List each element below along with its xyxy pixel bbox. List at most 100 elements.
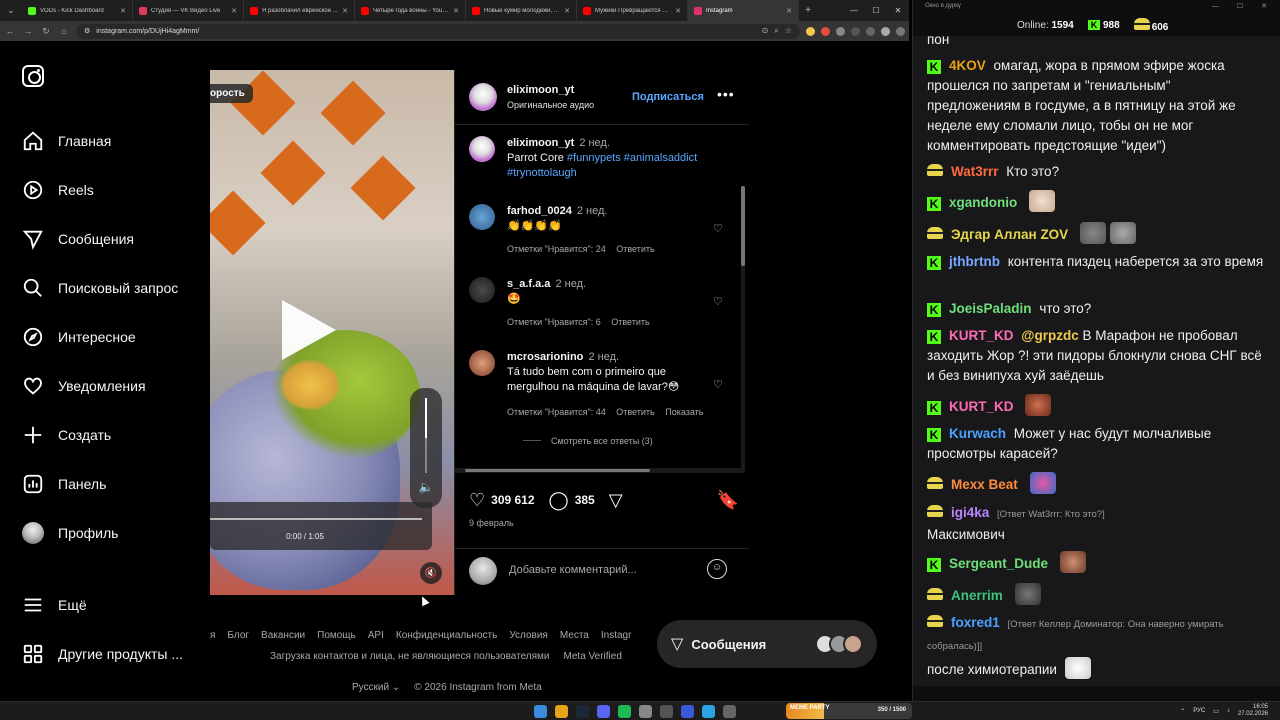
audio-label[interactable]: Оригинальное аудио	[507, 100, 594, 110]
app-icon[interactable]	[681, 705, 694, 718]
site-info-icon[interactable]: ⚙	[84, 27, 90, 35]
volume-tray-icon[interactable]: ♪	[1227, 708, 1230, 714]
clock[interactable]: 16:05 27.02.2026	[1238, 704, 1268, 718]
url-input[interactable]: ⚙ instagram.com/p/DUjHi4agMmm/ ⊙ ⌕ ☆	[76, 23, 800, 39]
comment-likes[interactable]: Отметки "Нравится": 6	[507, 317, 601, 327]
emoji-icon[interactable]: ☺	[707, 559, 727, 579]
nav-profile[interactable]: Профиль	[22, 521, 118, 545]
extension-icon[interactable]	[851, 26, 860, 36]
tab-2[interactable]: Я разоблачил еврейское ... ✕	[244, 0, 355, 21]
nav-search[interactable]: Поисковый запрос	[22, 276, 178, 300]
bookmark-star-icon[interactable]: ☆	[785, 26, 792, 36]
nav-home[interactable]: Главная	[22, 129, 111, 153]
extension-icon[interactable]	[806, 26, 815, 36]
seek-bar[interactable]: 0:00 / 1:05	[210, 502, 432, 550]
windows-start-icon[interactable]	[534, 705, 547, 718]
close-icon[interactable]: ✕	[786, 7, 792, 15]
chat-username[interactable]: KURT_KD	[949, 328, 1014, 343]
close-icon[interactable]: ✕	[453, 7, 459, 15]
instagram-logo-icon[interactable]	[22, 65, 44, 87]
mute-icon[interactable]: 🔇	[420, 562, 442, 584]
mention[interactable]: @grpzdc	[1021, 328, 1078, 343]
footer-link[interactable]: Instagr	[601, 630, 632, 641]
footer-link[interactable]: Загрузка контактов и лица, не являющиеся…	[270, 651, 550, 662]
reply-button[interactable]: Ответить	[611, 317, 649, 327]
app-icon[interactable]	[639, 705, 652, 718]
share-icon[interactable]: ▽	[609, 490, 623, 511]
chat-username[interactable]: Sergeant_Dude	[949, 556, 1048, 571]
footer-link[interactable]: Вакансии	[261, 630, 305, 641]
volume-icon[interactable]: 🔈	[418, 480, 434, 494]
footer-link[interactable]: Meta Verified	[564, 651, 622, 662]
chat-username[interactable]: foxred1	[951, 615, 1000, 630]
window-controls[interactable]: — ☐ ✕	[1212, 2, 1275, 10]
tab-5[interactable]: Мужики Превращаются в ... ✕	[577, 0, 688, 21]
post-author[interactable]: eliximoon_yt	[507, 84, 574, 96]
chat-username[interactable]: igi4ka	[951, 505, 989, 520]
tab-6[interactable]: Instagram ✕	[688, 0, 799, 21]
meme-party-widget[interactable]: MEME PARTY 350 / 1500	[786, 703, 912, 719]
caption-username[interactable]: eliximoon_yt	[507, 137, 574, 149]
language-select[interactable]: Русский ⌄	[352, 682, 400, 693]
spotify-icon[interactable]	[618, 705, 631, 718]
reload-icon[interactable]: ↻	[40, 26, 52, 37]
save-bookmark-icon[interactable]: 🔖	[717, 490, 739, 511]
volume-slider[interactable]: 🔈	[410, 388, 442, 508]
nav-reels[interactable]: Reels	[22, 178, 94, 202]
avatar[interactable]	[469, 277, 495, 303]
chrome-icon[interactable]	[555, 705, 568, 718]
reply-button[interactable]: Ответить	[616, 407, 654, 417]
forward-icon[interactable]: →	[22, 26, 34, 36]
nav-messages[interactable]: Сообщения	[22, 227, 134, 251]
nav-notifications[interactable]: Уведомления	[22, 374, 146, 398]
scrollbar-thumb[interactable]	[741, 186, 745, 266]
view-replies-button[interactable]: Смотреть все ответы (3)	[523, 436, 661, 446]
telegram-icon[interactable]	[702, 705, 715, 718]
nav-other-products[interactable]: Другие продукты ...	[22, 642, 183, 666]
avatar[interactable]	[469, 83, 497, 111]
translate-button[interactable]: Показать	[665, 407, 703, 417]
profile-avatar[interactable]	[881, 26, 890, 36]
more-options-icon[interactable]: •••	[717, 86, 735, 102]
like-heart-icon[interactable]: ♡	[469, 490, 485, 511]
like-count[interactable]: 309 612	[491, 493, 534, 507]
comment-likes[interactable]: Отметки "Нравится": 44	[507, 407, 606, 417]
post-date[interactable]: 9 февраль	[469, 518, 514, 528]
horizontal-scrollbar[interactable]	[455, 468, 745, 473]
nav-create[interactable]: Создать	[22, 423, 111, 447]
footer-link[interactable]: Условия	[509, 630, 548, 641]
discord-icon[interactable]	[597, 705, 610, 718]
seek-track[interactable]	[210, 518, 422, 520]
avatar[interactable]	[469, 350, 495, 376]
footer-link[interactable]: Места	[560, 630, 589, 641]
nav-dashboard[interactable]: Панель	[22, 472, 106, 496]
footer-link[interactable]: Помощь	[317, 630, 356, 641]
lens-icon[interactable]: ⊙	[762, 26, 769, 36]
language-indicator[interactable]: РУС	[1193, 708, 1205, 714]
tab-0[interactable]: VODs - Kick Dashboard ✕	[22, 0, 133, 21]
comment-icon[interactable]: ◯	[549, 490, 569, 511]
comment-username[interactable]: farhod_0024	[507, 205, 572, 217]
like-comment-heart-icon[interactable]: ♡	[713, 378, 725, 391]
chat-username[interactable]: Kurwach	[949, 426, 1006, 441]
minimize-icon[interactable]: —	[843, 6, 865, 15]
chat-username[interactable]: xgandonio	[949, 195, 1017, 210]
like-comment-heart-icon[interactable]: ♡	[713, 222, 725, 235]
extension-icon[interactable]	[836, 26, 845, 36]
comments-scrollbar[interactable]	[741, 186, 745, 472]
chat-username[interactable]: KURT_KD	[949, 399, 1014, 414]
avatar[interactable]	[469, 136, 495, 162]
reply-context[interactable]: [Ответ Wat3rrr: Кто это?]	[997, 509, 1105, 520]
scrollbar-thumb[interactable]	[465, 469, 650, 472]
chat-username[interactable]: Wat3rrr	[951, 164, 999, 179]
app-icon[interactable]	[723, 705, 736, 718]
tab-1[interactable]: Студия — VK Видео Live ✕	[133, 0, 244, 21]
network-icon[interactable]: ▭	[1213, 708, 1219, 715]
chat-username[interactable]: Эдгар Аллан ZOV	[951, 227, 1068, 242]
zoom-icon[interactable]: ⌕	[774, 26, 778, 36]
back-icon[interactable]: ←	[4, 26, 16, 36]
footer-link[interactable]: API	[368, 630, 384, 641]
extension-icon[interactable]	[821, 26, 830, 36]
chat-username[interactable]: JoeisPaladin	[949, 301, 1032, 316]
maximize-icon[interactable]: ☐	[865, 6, 887, 15]
